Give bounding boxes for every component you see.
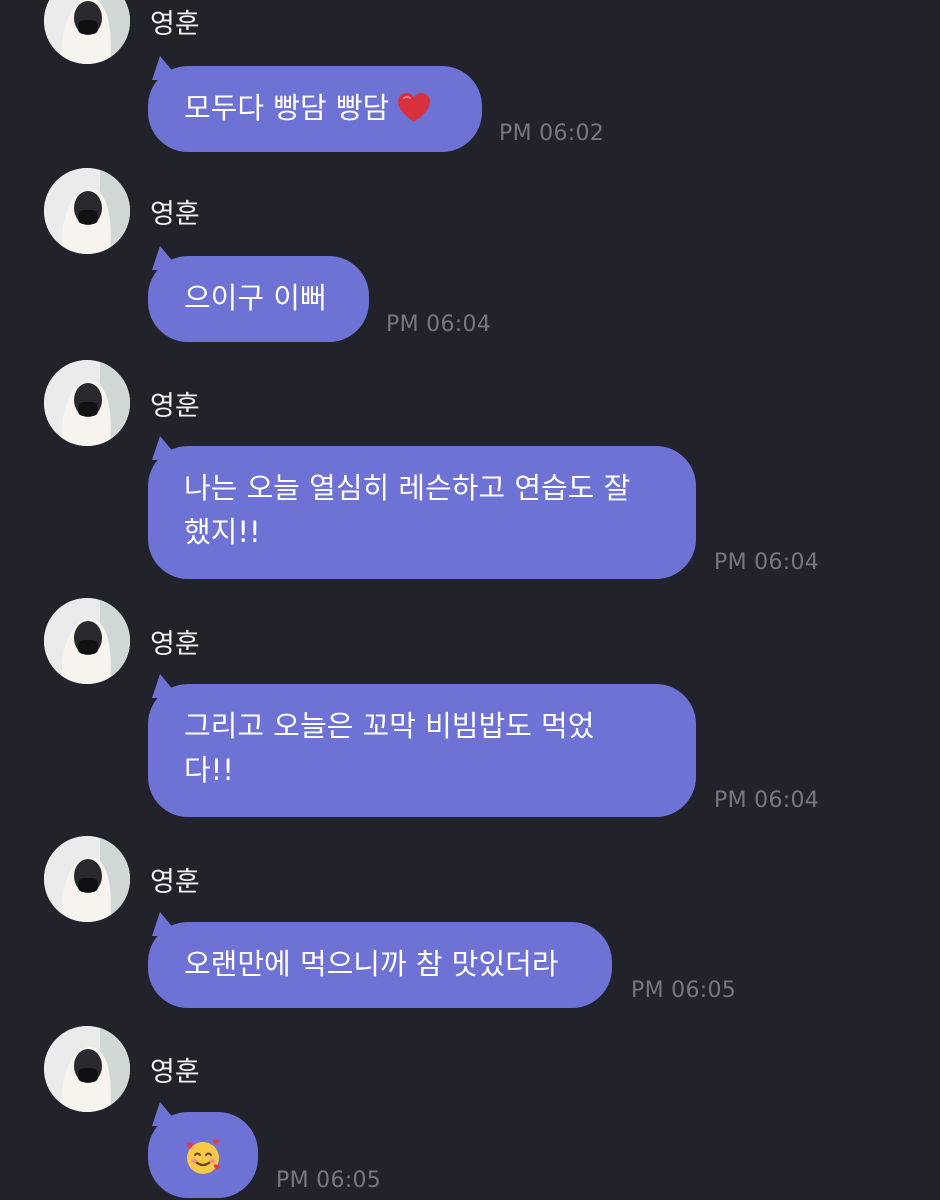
message-timestamp: PM 06:04 <box>386 312 492 337</box>
avatar-photo <box>44 0 130 64</box>
message-timestamp: PM 06:05 <box>276 1168 382 1193</box>
sender-name: 영훈 <box>150 199 200 230</box>
message-bubble[interactable]: 그리고 오늘은 꼬막 비빔밥도 먹었 다!! <box>148 674 696 817</box>
sender-name: 영훈 <box>150 1057 200 1088</box>
avatar-photo <box>44 598 130 684</box>
message-text: 그리고 오늘은 꼬막 비빔밥도 먹었 다!! <box>184 709 595 787</box>
message-text: 으이구 이뻐 <box>184 281 327 315</box>
heart-icon <box>398 93 431 122</box>
avatar[interactable] <box>44 598 130 684</box>
message-bubble[interactable] <box>148 1102 258 1198</box>
message-bubble[interactable]: 으이구 이뻐 <box>148 246 369 342</box>
message-text: 모두다 빵담 빵담 <box>184 86 448 130</box>
message-timestamp: PM 06:02 <box>499 121 605 146</box>
avatar-photo <box>44 836 130 922</box>
sender-name: 영훈 <box>150 9 200 40</box>
message-bubble[interactable]: 오랜만에 먹으니까 참 맛있더라 <box>148 912 612 1008</box>
message-bubble[interactable]: 모두다 빵담 빵담 <box>148 56 482 152</box>
avatar[interactable] <box>44 0 130 64</box>
avatar-photo <box>44 360 130 446</box>
avatar[interactable] <box>44 168 130 254</box>
avatar[interactable] <box>44 836 130 922</box>
message-bubble[interactable]: 나는 오늘 열심히 레슨하고 연습도 잘 했지!! <box>148 436 696 579</box>
avatar[interactable] <box>44 1026 130 1112</box>
smiling-face-with-hearts-icon <box>186 1139 221 1174</box>
avatar[interactable] <box>44 360 130 446</box>
chat-message-list[interactable]: 영훈 모두다 빵담 빵담 PM 06:02 영훈 으이구 이뻐 PM 06:04 <box>0 0 940 1200</box>
sender-name: 영훈 <box>150 391 200 422</box>
sender-name: 영훈 <box>150 629 200 660</box>
message-timestamp: PM 06:05 <box>631 978 737 1003</box>
message-timestamp: PM 06:04 <box>714 788 820 813</box>
avatar-photo <box>44 1026 130 1112</box>
message-text: 오랜만에 먹으니까 참 맛있더라 <box>184 947 559 981</box>
message-text: 나는 오늘 열심히 레슨하고 연습도 잘 했지!! <box>184 471 631 549</box>
message-timestamp: PM 06:04 <box>714 550 820 575</box>
avatar-photo <box>44 168 130 254</box>
sender-name: 영훈 <box>150 867 200 898</box>
